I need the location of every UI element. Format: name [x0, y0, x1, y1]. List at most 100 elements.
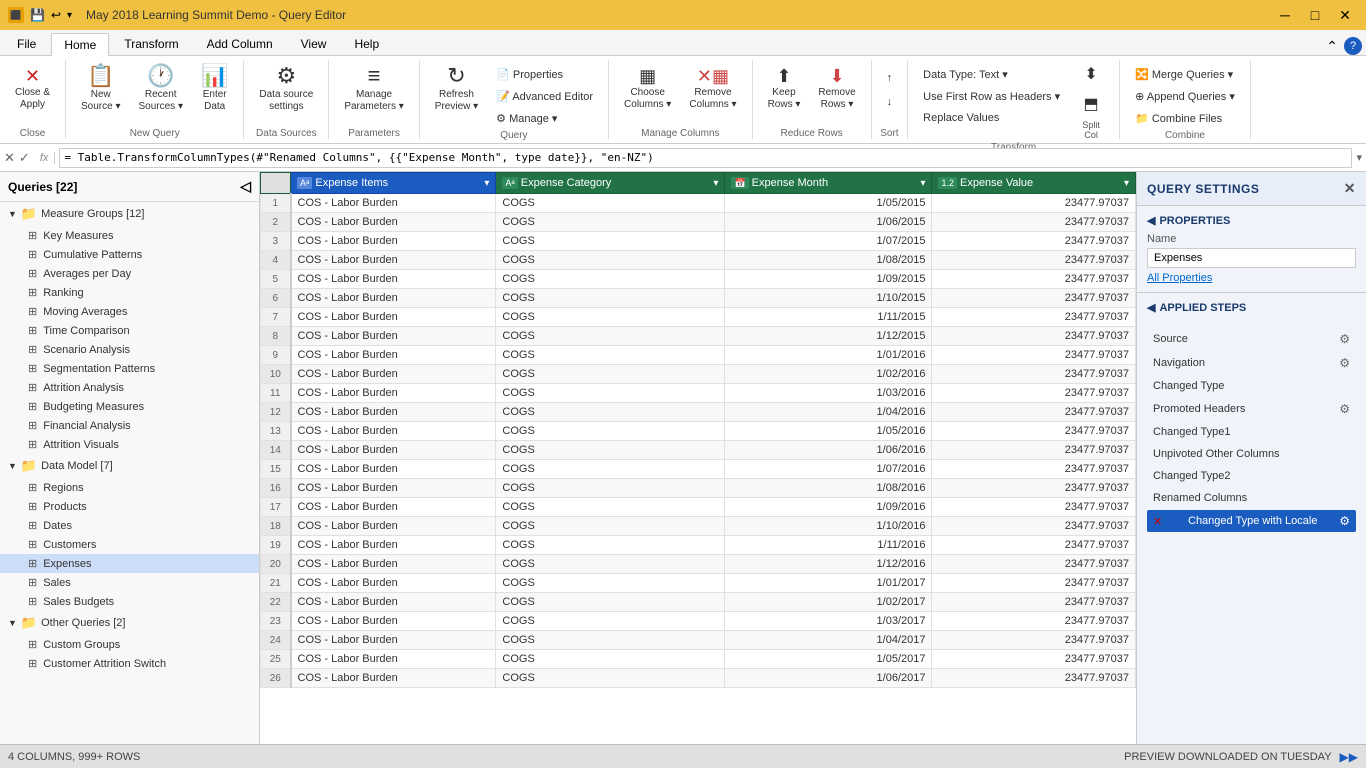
formula-confirm-icon[interactable]: ✓ — [19, 150, 30, 166]
step-item-promoted-headers[interactable]: Promoted Headers⚙ — [1147, 398, 1356, 420]
table-row[interactable]: 3COS - Labor BurdenCOGS1/07/201523477.97… — [261, 232, 1136, 251]
query-item-time-comparison[interactable]: ⊞Time Comparison — [0, 321, 259, 340]
remove-rows-button[interactable]: ⬇ RemoveRows ▾ — [811, 60, 862, 118]
col-header-expense-value[interactable]: 1.2Expense Value ▾ — [932, 173, 1136, 194]
table-row[interactable]: 26COS - Labor BurdenCOGS1/06/201723477.9… — [261, 669, 1136, 688]
query-item-expenses[interactable]: ⊞Expenses — [0, 554, 259, 573]
query-item-attrition-visuals[interactable]: ⊞Attrition Visuals — [0, 435, 259, 454]
group-measure-groups[interactable]: ▼ 📁 Measure Groups [12] — [0, 202, 259, 226]
query-item-attrition-analysis[interactable]: ⊞Attrition Analysis — [0, 378, 259, 397]
expense-value-dropdown-icon[interactable]: ▾ — [1124, 178, 1129, 189]
combine-files-button[interactable]: 📁 Combine Files — [1128, 108, 1242, 128]
query-item-key-measures[interactable]: ⊞Key Measures — [0, 226, 259, 245]
advanced-editor-button[interactable]: 📝 Advanced Editor — [489, 86, 600, 106]
all-properties-link[interactable]: All Properties — [1147, 272, 1356, 284]
first-row-headers-button[interactable]: Use First Row as Headers ▾ — [916, 86, 1067, 106]
recent-sources-button[interactable]: 🕐 RecentSources ▾ — [132, 60, 190, 118]
data-grid-container[interactable]: AᵃExpense Items ▾ AᵃExpense Category ▾ — [260, 172, 1136, 744]
sort-ascending-button[interactable]: ↑ — [880, 68, 900, 88]
query-item-segmentation[interactable]: ⊞Segmentation Patterns — [0, 359, 259, 378]
table-row[interactable]: 25COS - Labor BurdenCOGS1/05/201723477.9… — [261, 650, 1136, 669]
step-item-changed-type-with-locale[interactable]: ✕Changed Type with Locale⚙ — [1147, 510, 1356, 532]
minimize-btn[interactable]: ─ — [1272, 6, 1298, 24]
formula-expand-icon[interactable]: ▾ — [1356, 151, 1362, 164]
query-item-ranking[interactable]: ⊞Ranking — [0, 283, 259, 302]
new-source-button[interactable]: 📋 NewSource ▾ — [74, 60, 127, 118]
table-row[interactable]: 1COS - Labor BurdenCOGS1/05/201523477.97… — [261, 194, 1136, 213]
step-item-source[interactable]: Source⚙ — [1147, 328, 1356, 350]
table-row[interactable]: 5COS - Labor BurdenCOGS1/09/201523477.97… — [261, 270, 1136, 289]
replace-values-button[interactable]: Replace Values — [916, 108, 1067, 128]
step-item-navigation[interactable]: Navigation⚙ — [1147, 352, 1356, 374]
table-row[interactable]: 9COS - Labor BurdenCOGS1/01/201623477.97… — [261, 346, 1136, 365]
settings-close-icon[interactable]: ✕ — [1344, 180, 1356, 197]
queries-collapse-icon[interactable]: ◁ — [240, 178, 251, 195]
manage-button[interactable]: ⚙ Manage ▾ — [489, 108, 600, 128]
query-item-customer-attrition[interactable]: ⊞Customer Attrition Switch — [0, 654, 259, 673]
tab-help[interactable]: Help — [341, 32, 392, 55]
close-btn[interactable]: ✕ — [1332, 6, 1358, 24]
tab-view[interactable]: View — [288, 32, 340, 55]
col-header-expense-month[interactable]: 📅Expense Month ▾ — [725, 173, 932, 194]
table-row[interactable]: 18COS - Labor BurdenCOGS1/10/201623477.9… — [261, 517, 1136, 536]
choose-columns-button[interactable]: ▦ ChooseColumns ▾ — [617, 60, 678, 118]
step-gear-icon[interactable]: ⚙ — [1339, 356, 1350, 370]
help-icon[interactable]: ? — [1344, 37, 1362, 55]
table-row[interactable]: 14COS - Labor BurdenCOGS1/06/201623477.9… — [261, 441, 1136, 460]
tab-add-column[interactable]: Add Column — [194, 32, 286, 55]
table-row[interactable]: 2COS - Labor BurdenCOGS1/06/201523477.97… — [261, 213, 1136, 232]
step-gear-icon[interactable]: ⚙ — [1339, 514, 1350, 528]
step-item-changed-type1[interactable]: Changed Type1 — [1147, 422, 1356, 442]
query-item-custom-groups[interactable]: ⊞Custom Groups — [0, 635, 259, 654]
step-item-unpivoted-other-columns[interactable]: Unpivoted Other Columns — [1147, 444, 1356, 464]
col-header-expense-category[interactable]: AᵃExpense Category ▾ — [496, 173, 725, 194]
query-item-budgeting[interactable]: ⊞Budgeting Measures — [0, 397, 259, 416]
tab-home[interactable]: Home — [51, 33, 109, 56]
tab-transform[interactable]: Transform — [111, 32, 191, 55]
table-row[interactable]: 8COS - Labor BurdenCOGS1/12/201523477.97… — [261, 327, 1136, 346]
sort-descending-button[interactable]: ↓ — [880, 92, 900, 112]
query-item-products[interactable]: ⊞Products — [0, 497, 259, 516]
table-row[interactable]: 7COS - Labor BurdenCOGS1/11/201523477.97… — [261, 308, 1136, 327]
append-queries-button[interactable]: ⊕ Append Queries ▾ — [1128, 86, 1242, 106]
table-row[interactable]: 24COS - Labor BurdenCOGS1/04/201723477.9… — [261, 631, 1136, 650]
table-row[interactable]: 20COS - Labor BurdenCOGS1/12/201623477.9… — [261, 555, 1136, 574]
formula-cancel-icon[interactable]: ✕ — [4, 150, 15, 166]
step-item-changed-type2[interactable]: Changed Type2 — [1147, 466, 1356, 486]
dropdown-icon[interactable]: ▾ — [67, 10, 72, 21]
merge-queries-button[interactable]: 🔀 Merge Queries ▾ — [1128, 64, 1242, 84]
step-gear-icon[interactable]: ⚙ — [1339, 332, 1350, 346]
remove-columns-button[interactable]: ✕▦ RemoveColumns ▾ — [682, 60, 743, 118]
step-gear-icon[interactable]: ⚙ — [1339, 402, 1350, 416]
table-row[interactable]: 21COS - Labor BurdenCOGS1/01/201723477.9… — [261, 574, 1136, 593]
table-row[interactable]: 19COS - Labor BurdenCOGS1/11/201623477.9… — [261, 536, 1136, 555]
group-by-button[interactable]: ⬒ — [1071, 90, 1111, 118]
save-icon[interactable]: 💾 — [30, 8, 45, 22]
group-data-model[interactable]: ▼ 📁 Data Model [7] — [0, 454, 259, 478]
properties-button[interactable]: 📄 Properties — [489, 64, 600, 84]
step-item-renamed-columns[interactable]: Renamed Columns — [1147, 488, 1356, 508]
split-column-button[interactable]: ⬍ — [1071, 60, 1111, 88]
refresh-preview-button[interactable]: ↻ RefreshPreview ▾ — [428, 60, 485, 118]
query-item-customers[interactable]: ⊞Customers — [0, 535, 259, 554]
table-row[interactable]: 15COS - Labor BurdenCOGS1/07/201623477.9… — [261, 460, 1136, 479]
table-row[interactable]: 12COS - Labor BurdenCOGS1/04/201623477.9… — [261, 403, 1136, 422]
step-item-changed-type[interactable]: Changed Type — [1147, 376, 1356, 396]
col-header-expense-items[interactable]: AᵃExpense Items ▾ — [291, 173, 496, 194]
tab-file[interactable]: File — [4, 32, 49, 55]
expense-category-dropdown-icon[interactable]: ▾ — [713, 178, 718, 189]
table-row[interactable]: 11COS - Labor BurdenCOGS1/03/201623477.9… — [261, 384, 1136, 403]
table-row[interactable]: 23COS - Labor BurdenCOGS1/03/201723477.9… — [261, 612, 1136, 631]
table-row[interactable]: 13COS - Labor BurdenCOGS1/05/201623477.9… — [261, 422, 1136, 441]
query-item-moving-averages[interactable]: ⊞Moving Averages — [0, 302, 259, 321]
query-item-financial-analysis[interactable]: ⊞Financial Analysis — [0, 416, 259, 435]
data-type-button[interactable]: Data Type: Text ▾ — [916, 64, 1067, 84]
formula-input[interactable] — [59, 148, 1352, 168]
undo-icon[interactable]: ↩ — [51, 8, 61, 22]
applied-steps-header[interactable]: ◀ APPLIED STEPS — [1147, 301, 1356, 314]
table-row[interactable]: 6COS - Labor BurdenCOGS1/10/201523477.97… — [261, 289, 1136, 308]
manage-parameters-button[interactable]: ≡ ManageParameters ▾ — [337, 60, 410, 118]
query-item-regions[interactable]: ⊞Regions — [0, 478, 259, 497]
enter-data-button[interactable]: 📊 EnterData — [194, 60, 235, 118]
table-row[interactable]: 4COS - Labor BurdenCOGS1/08/201523477.97… — [261, 251, 1136, 270]
